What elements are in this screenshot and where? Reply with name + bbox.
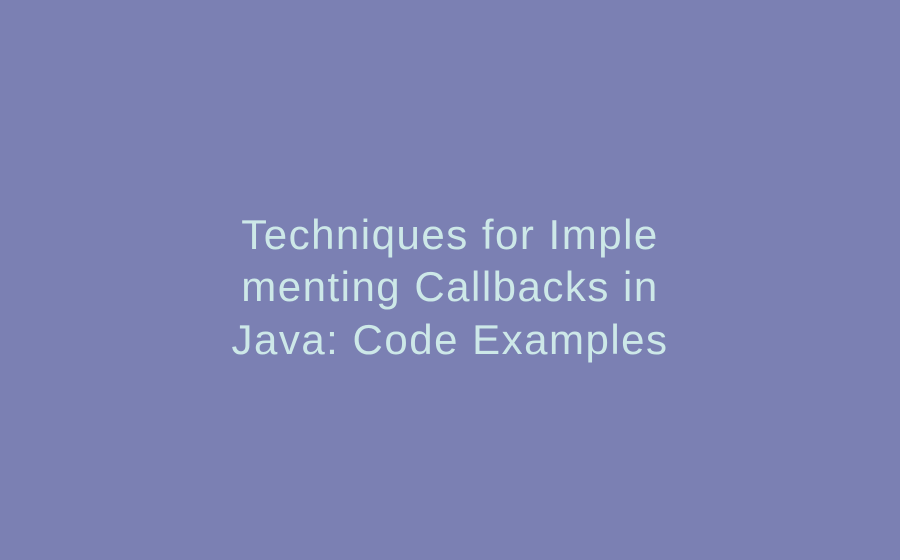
title-line-3: Java: Code Examples: [231, 316, 668, 363]
title-line-1: Techniques for Imple: [241, 211, 659, 258]
title-line-2: menting Callbacks in: [241, 263, 659, 310]
page-title: Techniques for Imple menting Callbacks i…: [231, 209, 668, 367]
